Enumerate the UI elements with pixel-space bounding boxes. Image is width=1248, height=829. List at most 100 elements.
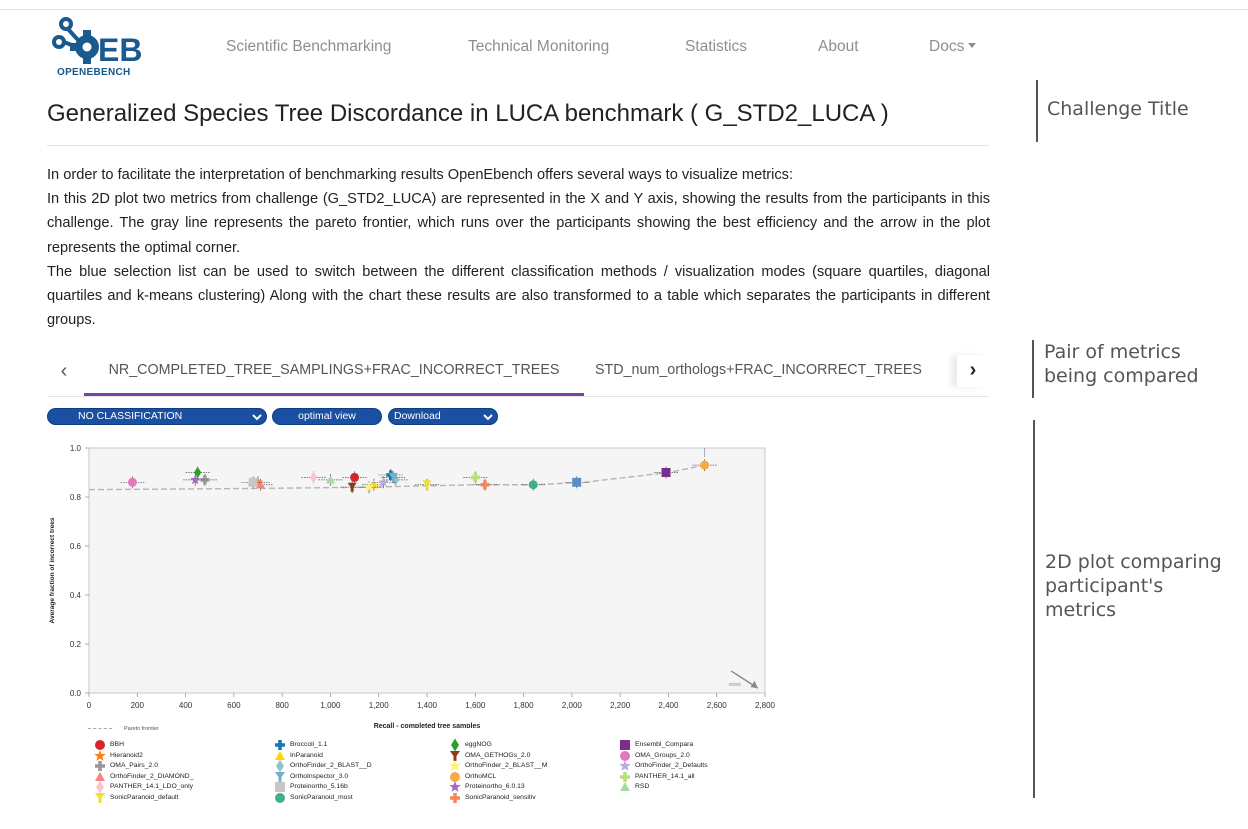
pareto-dash-line: [88, 727, 112, 729]
legend-item-label: OMA_GETHOGs_2.0: [465, 751, 531, 759]
legend-item-label: OrthoInspector_3.0: [290, 772, 349, 780]
y-tick-label: 0.8: [70, 493, 82, 502]
legend-marker: [95, 792, 105, 803]
y-axis-label: Average fraction of incorrect trees: [49, 517, 56, 623]
description: In order to facilitate the interpretatio…: [47, 163, 990, 332]
annotation-bar-title: [1036, 80, 1038, 142]
nav-docs-label: Docs: [929, 38, 965, 55]
legend-pareto-label: Pareto frontier: [124, 726, 159, 732]
classification-select-label: NO CLASSIFICATION: [78, 410, 183, 422]
metrics-tabs: ‹ NR_COMPLETED_TREE_SAMPLINGS+FRAC_INCOR…: [47, 349, 989, 397]
legend-marker-shape: [450, 792, 460, 803]
legend-item-label: PANTHER_14.1_all: [635, 772, 695, 780]
annotation-bar-metrics: [1032, 340, 1034, 398]
data-point: [572, 477, 582, 487]
y-tick-label: 0.4: [70, 591, 82, 600]
nav-technical-monitoring[interactable]: Technical Monitoring: [468, 38, 609, 56]
y-tick-label: 0.6: [70, 542, 82, 551]
title-divider: [47, 145, 989, 146]
legend-marker: [450, 792, 460, 803]
top-border: [0, 9, 1248, 10]
scatter-chart: 0 200 400 600 800 1,000 1,200 1,400 1,600 1,800 2,…: [49, 444, 776, 728]
x-tick-label: 1,200: [369, 701, 390, 710]
annotation-bar-plot: [1033, 420, 1035, 798]
legend-pareto: Pareto frontier: [88, 725, 159, 732]
x-tick-label: 2,200: [610, 701, 631, 710]
annotation-pair-of-metrics: Pair of metrics being compared: [1044, 341, 1199, 387]
annotation-challenge-title: Challenge Title: [1047, 98, 1189, 120]
chevron-down-icon: [252, 414, 262, 421]
classification-select[interactable]: NO CLASSIFICATION: [47, 408, 267, 425]
description-line-1: In order to facilitate the interpretatio…: [47, 167, 793, 183]
page-title: Generalized Species Tree Discordance in …: [47, 100, 889, 127]
legend-item-label: OrthoFinder_2_Defaults: [635, 762, 708, 769]
x-tick-label: 200: [131, 701, 145, 710]
x-tick-label: 0: [87, 701, 92, 710]
legend-marker: [275, 792, 285, 803]
x-tick-label: 2,000: [562, 701, 583, 710]
data-point: [700, 460, 710, 470]
x-tick-label: 2,400: [658, 701, 679, 710]
nav-scientific-benchmarking[interactable]: Scientific Benchmarking: [226, 38, 391, 56]
x-tick-label: 1,400: [417, 701, 438, 710]
x-tick-label: 400: [179, 701, 193, 710]
annotation-plot-comparing: 2D plot comparing participant's metrics: [1045, 551, 1222, 621]
legend-item-label: SonicParanoid_most: [290, 793, 353, 801]
nav-docs[interactable]: Docs: [929, 38, 977, 56]
legend-item-label: BBH: [110, 741, 124, 748]
legend-item-label: Proteinortho_5.16b: [290, 783, 348, 790]
data-point: [350, 472, 360, 482]
legend-marker-shape: [620, 782, 630, 791]
legend-item-label: RSD: [635, 783, 650, 790]
optimal-view-label: optimal view: [298, 410, 356, 422]
legend-item-label: Broccoli_1.1: [290, 741, 328, 748]
legend-item-label: Proteinortho_6.0.13: [465, 783, 525, 790]
legend-item-label: eggNOG: [465, 741, 492, 748]
nav-statistics[interactable]: Statistics: [685, 38, 747, 56]
tab-nr-completed-tree-samplings[interactable]: NR_COMPLETED_TREE_SAMPLINGS+FRAC_INCORRE…: [84, 349, 584, 396]
chevron-right-icon[interactable]: ›: [957, 355, 989, 387]
legend-item-label: PANTHER_14.1_LDO_only: [110, 783, 193, 790]
legend-item-label: OrthoFinder_2_BLAST__M: [465, 762, 548, 769]
data-point: [127, 477, 137, 487]
data-point: [661, 468, 671, 477]
x-tick-label: 800: [275, 701, 289, 710]
optimal-view-button[interactable]: optimal view: [272, 408, 382, 425]
data-point: [528, 480, 538, 490]
legend-item-label: OMA_Groups_2.0: [635, 751, 690, 759]
logo-text: OPENEBENCH: [57, 67, 131, 78]
chevron-left-icon[interactable]: ‹: [47, 357, 81, 385]
legend-item-label: OrthoMCL: [465, 772, 497, 780]
data-point: [248, 477, 258, 487]
x-tick-label: 1,600: [465, 701, 486, 710]
download-select[interactable]: Download: [388, 408, 498, 425]
legend-marker: [620, 782, 630, 791]
chevron-down-icon: [483, 414, 493, 421]
tab-std-num-orthologs[interactable]: STD_num_orthologs+FRAC_INCORRECT_TREES: [595, 349, 955, 396]
chart-legend: Pareto frontier BBH Broccoli_1.1 eggNOG Ens…: [88, 725, 788, 825]
legend-marker-shape: [95, 792, 105, 803]
legend-item-label: SonicParanoid_sensitiv: [465, 793, 536, 801]
x-tick-label: 1,800: [514, 701, 535, 710]
legend-item-label: Ensembl_Compara: [635, 741, 694, 748]
legend-item-label: Hieranoid2: [110, 751, 143, 759]
x-tick-label: 2,800: [755, 701, 776, 710]
legend-item-label: OMA_Pairs_2.0: [110, 762, 158, 769]
legend-item-label: OrthoFinder_2_BLAST__D: [290, 762, 372, 769]
description-line-2: In this 2D plot two metrics from challen…: [47, 191, 990, 256]
y-tick-label: 1.0: [70, 444, 82, 453]
description-line-3: The blue selection list can be used to s…: [47, 263, 990, 329]
legend-marker-shape: [275, 792, 285, 803]
x-tick-label: 1,000: [320, 701, 341, 710]
x-tick-label: 2,600: [707, 701, 728, 710]
caret-down-icon: [968, 43, 977, 48]
download-select-label: Download: [394, 410, 441, 422]
nav-about[interactable]: About: [818, 38, 859, 56]
svg-text:EB: EB: [98, 32, 142, 68]
x-tick-label: 600: [227, 701, 241, 710]
y-tick-label: 0.2: [70, 640, 82, 649]
legend-item-label: OrthoFinder_2_DIAMOND_: [110, 772, 194, 780]
legend-item-label: SonicParanoid_default: [110, 793, 179, 801]
legend-item-label: InParanoid: [290, 751, 323, 759]
y-tick-label: 0.0: [70, 689, 82, 698]
